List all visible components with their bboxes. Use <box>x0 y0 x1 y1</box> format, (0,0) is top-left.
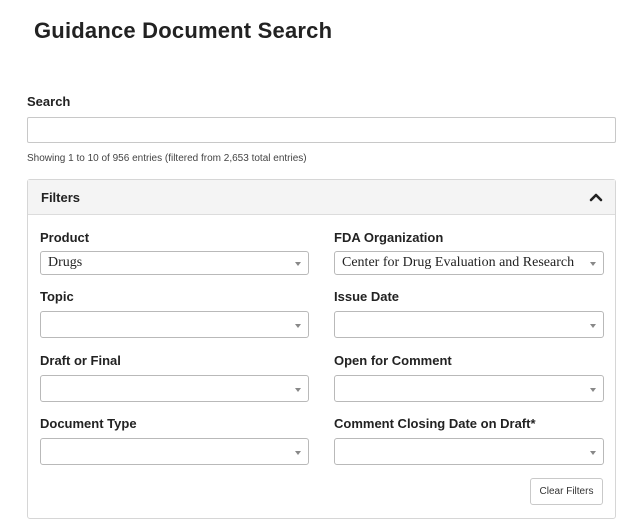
comment-closing-date-label: Comment Closing Date on Draft* <box>334 416 536 431</box>
filters-panel: Filters Product Drugs FDA Organization C… <box>27 179 616 519</box>
filters-title: Filters <box>41 189 81 205</box>
chevron-up-icon[interactable] <box>589 192 603 202</box>
issue-date-select[interactable] <box>334 311 604 338</box>
product-select[interactable]: Drugs <box>40 251 309 275</box>
fda-organization-label: FDA Organization <box>334 230 444 245</box>
topic-select[interactable] <box>40 311 309 338</box>
draft-or-final-select[interactable] <box>40 375 309 402</box>
search-label: Search <box>27 94 71 109</box>
dropdown-caret-icon <box>295 262 301 266</box>
topic-label: Topic <box>40 289 74 304</box>
dropdown-caret-icon <box>590 451 596 455</box>
document-type-select[interactable] <box>40 438 309 465</box>
open-for-comment-label: Open for Comment <box>334 353 452 368</box>
page-title: Guidance Document Search <box>34 18 333 43</box>
fda-organization-select-value: Center for Drug Evaluation and Research <box>342 255 575 270</box>
dropdown-caret-icon <box>590 388 596 392</box>
filters-header[interactable]: Filters <box>28 180 615 215</box>
issue-date-label: Issue Date <box>334 289 400 304</box>
product-select-value: Drugs <box>48 255 83 270</box>
search-input[interactable] <box>27 117 616 143</box>
draft-or-final-label: Draft or Final <box>40 353 121 368</box>
fda-organization-select[interactable]: Center for Drug Evaluation and Research <box>334 251 604 275</box>
dropdown-caret-icon <box>295 451 301 455</box>
dropdown-caret-icon <box>295 388 301 392</box>
dropdown-caret-icon <box>590 262 596 266</box>
clear-filters-button[interactable]: Clear Filters <box>530 478 603 505</box>
product-label: Product <box>40 230 90 245</box>
open-for-comment-select[interactable] <box>334 375 604 402</box>
dropdown-caret-icon <box>590 324 596 328</box>
comment-closing-date-select[interactable] <box>334 438 604 465</box>
dropdown-caret-icon <box>295 324 301 328</box>
entries-info: Showing 1 to 10 of 956 entries (filtered… <box>27 153 307 164</box>
document-type-label: Document Type <box>40 416 137 431</box>
